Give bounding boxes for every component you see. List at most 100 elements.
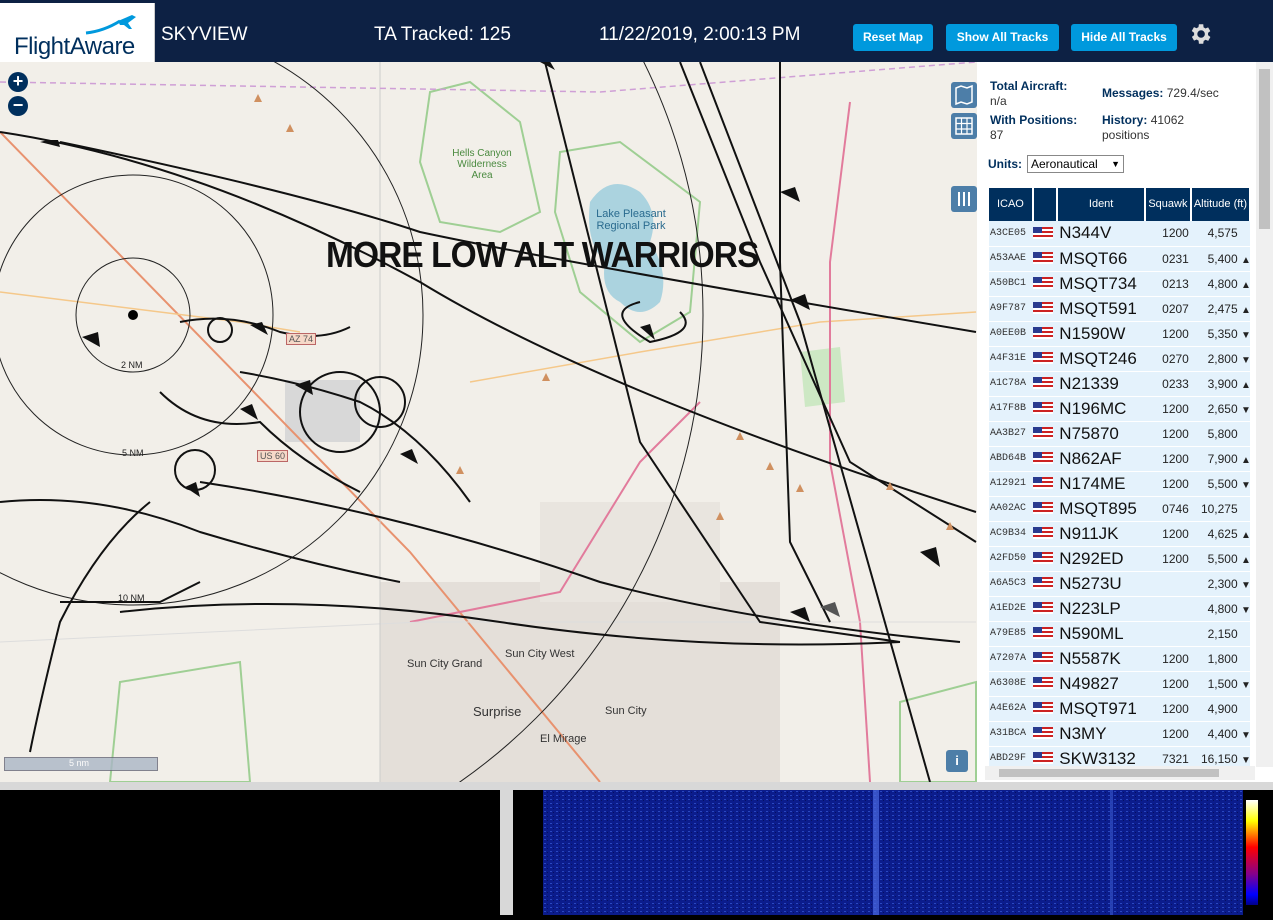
table-row[interactable]: A4F31E MSQT246 0270 2,800 ▼ — [989, 346, 1251, 372]
altitude-trend-icon: ▲ — [1241, 554, 1251, 566]
ident-cell: MSQT734 — [1057, 271, 1145, 297]
altitude-cell: 2,475 ▲ — [1190, 296, 1251, 322]
ident-cell: N590ML — [1057, 621, 1145, 647]
zoom-out-button[interactable]: − — [8, 96, 28, 116]
icao-cell: AA02AC — [989, 496, 1033, 522]
icao-cell: A53AAE — [989, 246, 1033, 272]
altitude-cell: 5,500 ▲ — [1190, 546, 1251, 572]
altitude-trend-icon: ▲ — [1241, 304, 1251, 316]
altitude-cell: 4,625 ▲ — [1190, 521, 1251, 547]
sun-city-west-label: Sun City West — [505, 648, 575, 660]
squawk-cell: 0746 — [1144, 496, 1191, 522]
units-label: Units: — [988, 157, 1022, 171]
sidebar-toggle-icon[interactable] — [951, 186, 977, 212]
scale-bar: 5 nm — [4, 757, 158, 771]
map-view[interactable]: + − Hells Canyon Wilderness Area Lake Pl… — [0, 62, 977, 782]
table-row[interactable]: AC9B34 N911JK 1200 4,625 ▲ — [989, 521, 1251, 547]
table-row[interactable]: A0EE0B N1590W 1200 5,350 ▼ — [989, 321, 1251, 347]
col-altitude[interactable]: Altitude (ft) — [1190, 188, 1252, 221]
table-row[interactable]: A3CE05 N344V 1200 4,575 — [989, 221, 1250, 247]
flag-cell — [1032, 571, 1058, 597]
squawk-cell: 1200 — [1144, 721, 1191, 747]
table-row[interactable]: A53AAE MSQT66 0231 5,400 ▲ — [989, 246, 1251, 272]
table-row[interactable]: A79E85 N590ML 2,150 — [989, 621, 1250, 647]
ident-cell: N49827 — [1057, 671, 1145, 697]
horizontal-scrollbar[interactable] — [985, 766, 1255, 780]
icao-cell: A4E62A — [989, 696, 1033, 722]
table-row[interactable]: A50BC1 MSQT734 0213 4,800 ▲ — [989, 271, 1251, 297]
icao-cell: A0EE0B — [989, 321, 1033, 347]
scroll-thumb-horizontal[interactable] — [999, 769, 1219, 777]
table-row[interactable]: A1ED2E N223LP 4,800 ▼ — [989, 596, 1251, 622]
table-row[interactable]: A9F787 MSQT591 0207 2,475 ▲ — [989, 296, 1251, 322]
table-row[interactable]: A12921 N174ME 1200 5,500 ▼ — [989, 471, 1251, 497]
altitude-cell: 3,900 ▲ — [1190, 371, 1251, 397]
table-row[interactable]: A6308E N49827 1200 1,500 ▼ — [989, 671, 1251, 697]
col-flag[interactable] — [1032, 188, 1059, 221]
col-icao[interactable]: ICAO — [989, 188, 1034, 221]
icao-cell: A2FD50 — [989, 546, 1033, 572]
icao-cell: ABD64B — [989, 446, 1033, 472]
scale-label: 5 nm — [69, 758, 90, 768]
messages-stat: Messages: 729.4/sec — [1102, 86, 1219, 100]
flag-cell — [1032, 446, 1058, 472]
aircraft-table: ICAO Ident Squawk Altitude (ft) A3CE05 N3… — [989, 188, 1252, 772]
us-flag-icon — [1032, 452, 1053, 465]
table-row[interactable]: A31BCA N3MY 1200 4,400 ▼ — [989, 721, 1251, 747]
bottom-panel — [0, 782, 1273, 915]
vertical-scrollbar[interactable] — [1256, 62, 1273, 767]
table-row[interactable]: A4E62A MSQT971 1200 4,900 — [989, 696, 1250, 722]
table-row[interactable]: AA3B27 N75870 1200 5,800 — [989, 421, 1250, 447]
flightaware-logo[interactable]: FlightAware — [0, 3, 155, 65]
altitude-trend-icon: ▲ — [1241, 254, 1251, 266]
ident-cell: N5273U — [1057, 571, 1145, 597]
waterfall-panel — [513, 790, 1273, 915]
table-row[interactable]: A1C78A N21339 0233 3,900 ▲ — [989, 371, 1251, 397]
grid-toggle-icon[interactable] — [951, 113, 977, 139]
flag-cell — [1032, 521, 1058, 547]
altitude-cell: 5,350 ▼ — [1190, 321, 1251, 347]
squawk-cell: 0231 — [1144, 246, 1191, 272]
altitude-cell: 4,800 ▼ — [1190, 596, 1251, 622]
altitude-cell: 4,575 — [1190, 221, 1250, 247]
table-row[interactable]: A7207A N5587K 1200 1,800 — [989, 646, 1250, 672]
history-unit: positions — [1102, 128, 1150, 142]
zoom-in-button[interactable]: + — [8, 72, 28, 92]
flag-cell — [1032, 596, 1058, 622]
table-row[interactable]: AA02AC MSQT895 0746 10,275 — [989, 496, 1250, 522]
table-row[interactable]: ABD64B N862AF 1200 7,900 ▲ — [989, 446, 1251, 472]
altitude-trend-icon: ▼ — [1241, 604, 1251, 616]
hide-all-tracks-button[interactable]: Hide All Tracks — [1071, 24, 1177, 51]
with-positions-value: 87 — [990, 128, 1004, 142]
color-scale — [1246, 800, 1258, 905]
icao-cell: A12921 — [989, 471, 1033, 497]
us-flag-icon — [1032, 302, 1053, 315]
flag-cell — [1032, 271, 1058, 297]
map-layers-icon[interactable] — [951, 82, 977, 108]
col-ident[interactable]: Ident — [1057, 188, 1146, 221]
units-select[interactable]: Aeronautical ▼ — [1027, 155, 1124, 173]
us-flag-icon — [1032, 677, 1053, 690]
altitude-cell: 5,800 — [1190, 421, 1250, 447]
us-flag-icon — [1032, 427, 1053, 440]
squawk-cell — [1144, 596, 1191, 622]
ident-cell: MSQT66 — [1057, 246, 1145, 272]
scroll-thumb[interactable] — [1259, 69, 1270, 229]
ident-cell: N911JK — [1057, 521, 1145, 547]
table-row[interactable]: A6A5C3 N5273U 2,300 ▼ — [989, 571, 1251, 597]
icao-cell: A6308E — [989, 671, 1033, 697]
table-row[interactable]: A17F8B N196MC 1200 2,650 ▼ — [989, 396, 1251, 422]
with-positions-label: With Positions: — [990, 113, 1078, 127]
flag-cell — [1032, 421, 1058, 447]
show-all-tracks-button[interactable]: Show All Tracks — [946, 24, 1059, 51]
reset-map-button[interactable]: Reset Map — [853, 24, 933, 51]
altitude-trend-icon: ▼ — [1241, 329, 1251, 341]
table-row[interactable]: A2FD50 N292ED 1200 5,500 ▲ — [989, 546, 1251, 572]
squawk-cell: 1200 — [1144, 696, 1191, 722]
ident-cell: N174ME — [1057, 471, 1145, 497]
squawk-cell: 1200 — [1144, 446, 1191, 472]
icao-cell: A3CE05 — [989, 221, 1033, 247]
col-squawk[interactable]: Squawk — [1144, 188, 1192, 221]
gear-icon[interactable] — [1187, 21, 1213, 47]
info-button[interactable]: i — [946, 750, 968, 772]
